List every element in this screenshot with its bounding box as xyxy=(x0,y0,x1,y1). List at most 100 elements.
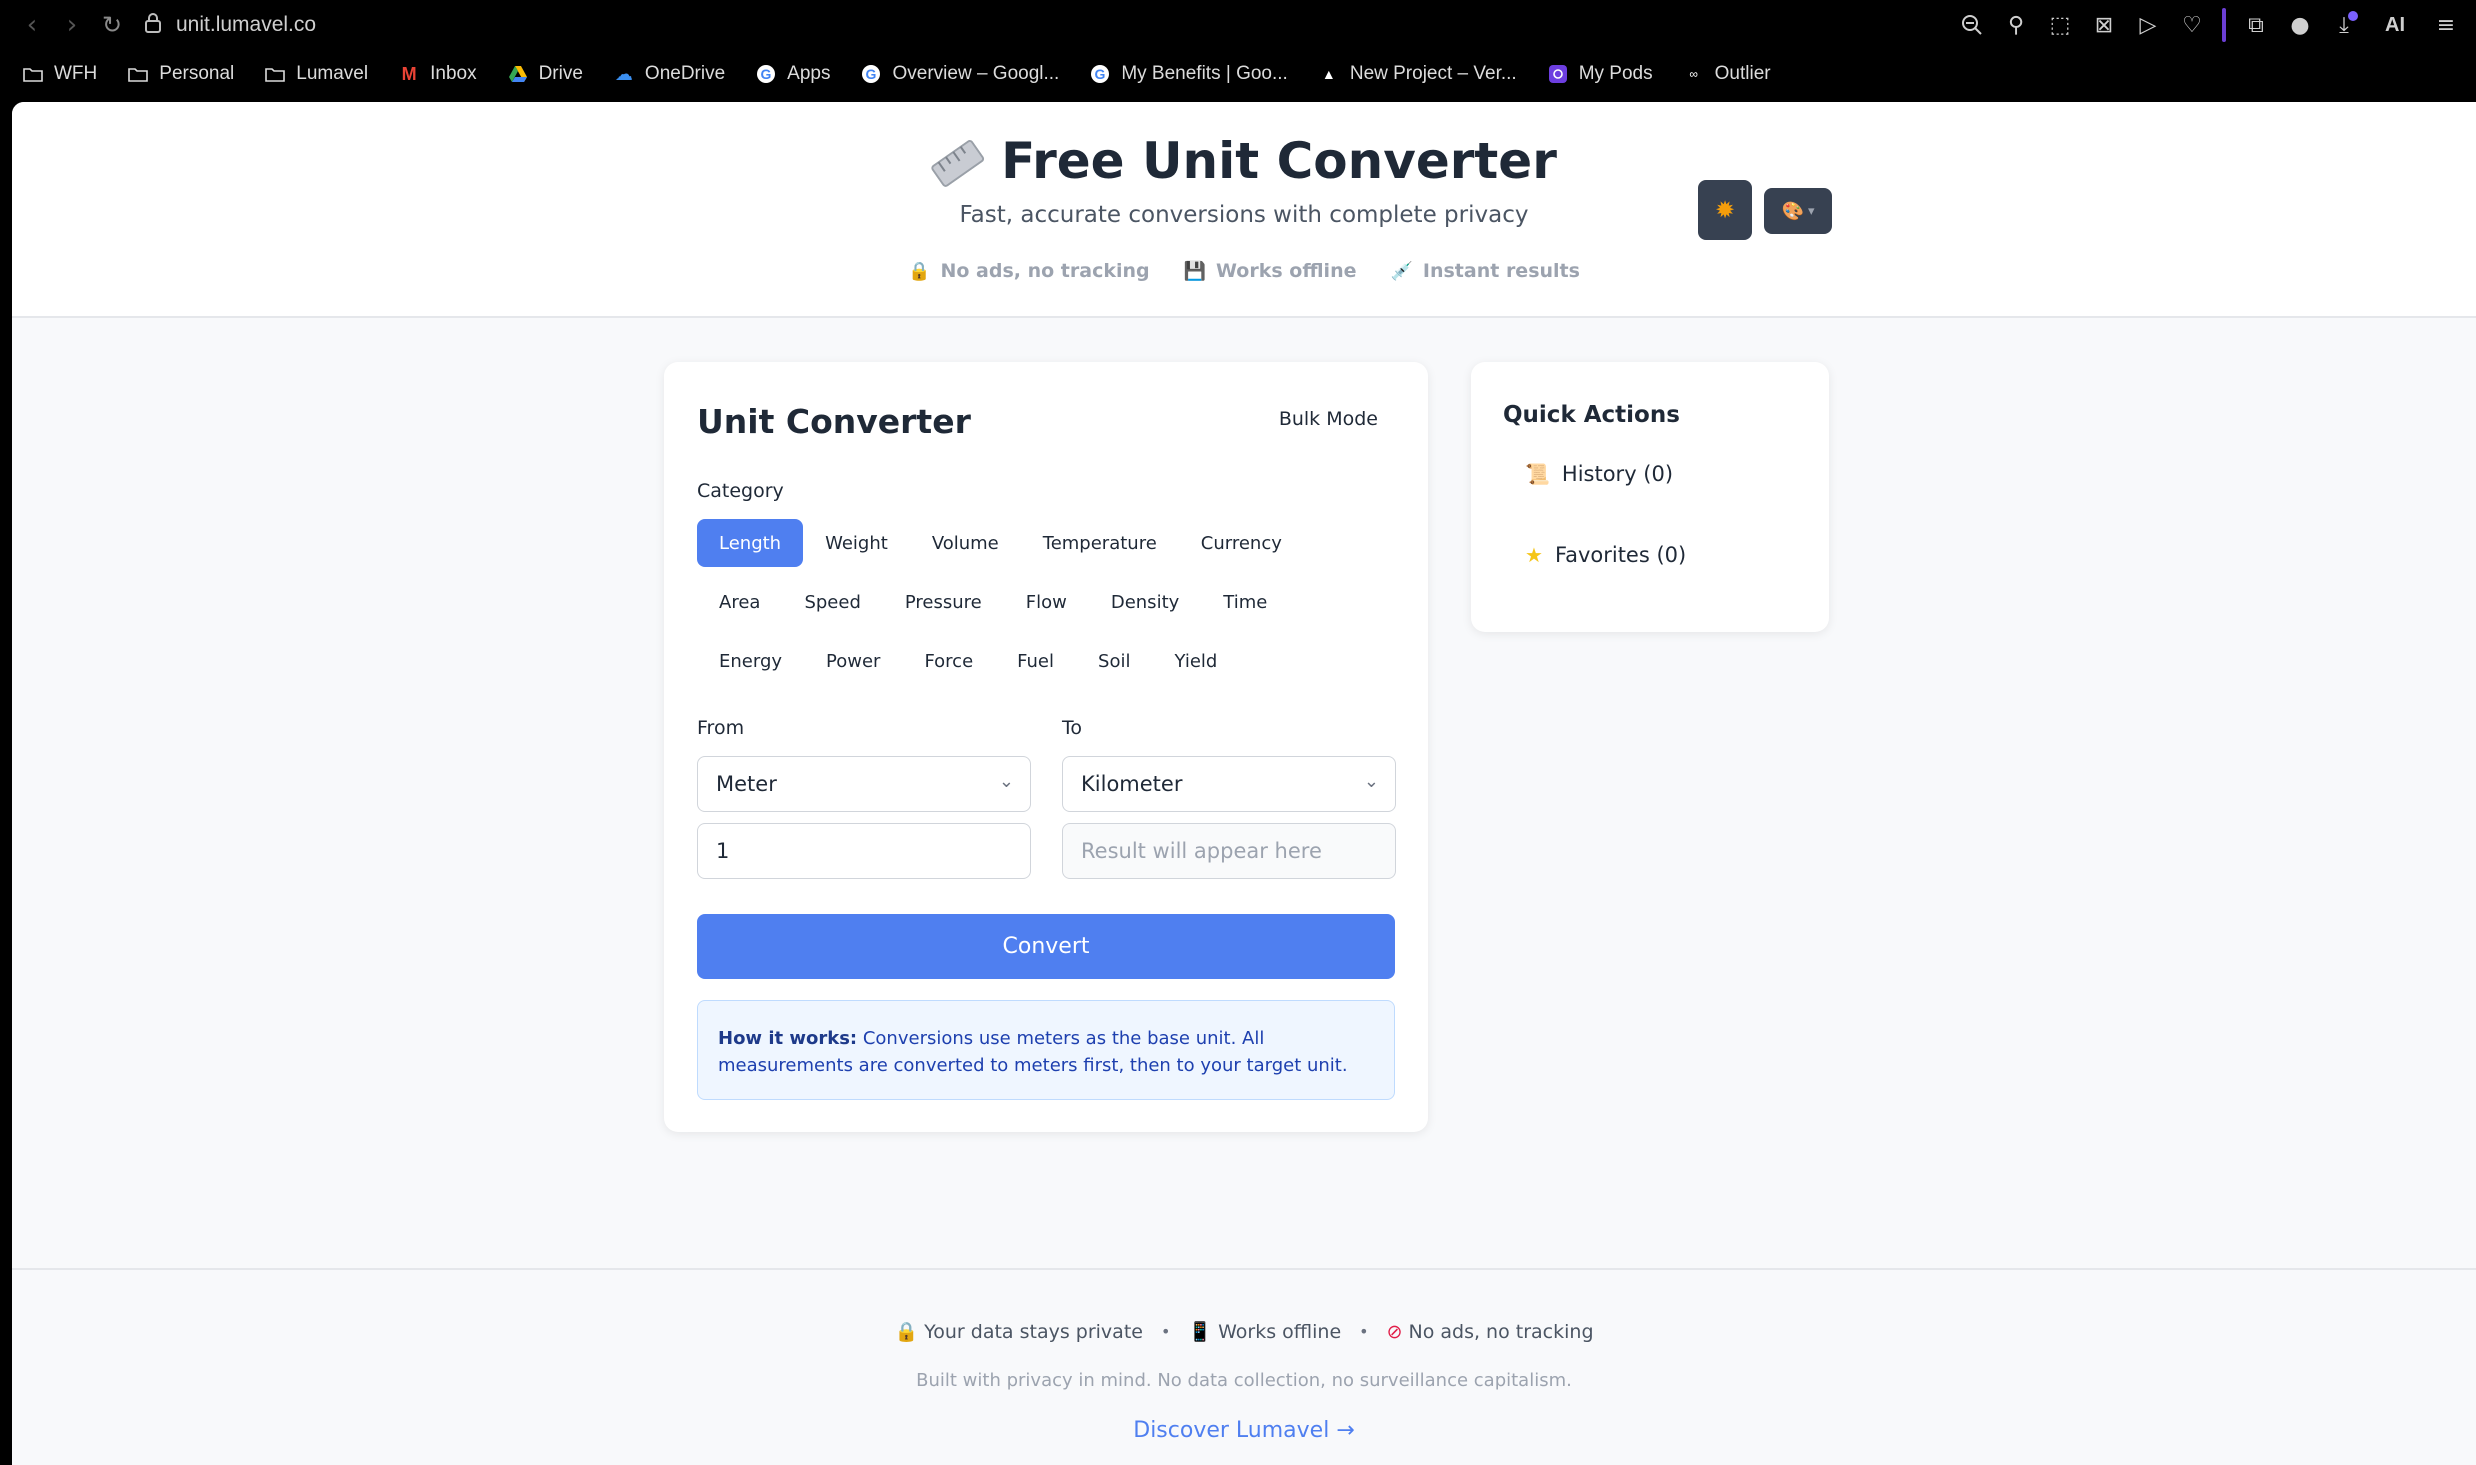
bulk-mode-button[interactable]: Bulk Mode xyxy=(1279,408,1378,430)
prohibited-icon: ⊘ xyxy=(1386,1320,1403,1343)
toolbar-separator xyxy=(2222,8,2226,42)
star-icon: ★ xyxy=(1525,543,1543,567)
bookmark-drive[interactable]: Drive xyxy=(507,63,583,85)
footer-item-private: 🔒 Your data stays private xyxy=(894,1321,1143,1343)
discover-lumavel-link[interactable]: Discover Lumavel → xyxy=(12,1418,2476,1443)
page-title: Free Unit Converter xyxy=(1001,132,1557,190)
result-field[interactable] xyxy=(1062,823,1396,879)
category-pressure[interactable]: Pressure xyxy=(883,578,1004,626)
bookmark-personal[interactable]: Personal xyxy=(127,63,234,85)
vercel-icon: ▲ xyxy=(1321,66,1336,82)
outlier-icon: ∞ xyxy=(1689,67,1698,81)
category-energy[interactable]: Energy xyxy=(697,637,804,685)
category-length[interactable]: Length xyxy=(697,519,804,567)
category-fuel[interactable]: Fuel xyxy=(995,637,1076,685)
category-row: Energy Power Force Fuel Soil Yield xyxy=(697,637,1417,685)
converter-card: Unit Converter Bulk Mode Category Length… xyxy=(664,362,1428,1132)
bullet-separator: • xyxy=(1359,1322,1369,1341)
feature-list: 🔒 No ads, no tracking 💾 Works offline 💉 Ins… xyxy=(12,260,2476,282)
pin-icon[interactable]: ⚲ xyxy=(1996,5,2036,45)
footer-features: 🔒 Your data stays private • 📱 Works offlin… xyxy=(12,1320,2476,1344)
profile-icon[interactable]: ● xyxy=(2280,5,2320,45)
quick-actions-title: Quick Actions xyxy=(1503,402,1680,428)
address-bar[interactable]: unit.lumavel.co xyxy=(176,13,316,37)
category-yield[interactable]: Yield xyxy=(1152,637,1239,685)
palette-dropdown-button[interactable]: 🎨 ▾ xyxy=(1764,188,1832,234)
feature-instant: 💉 Instant results xyxy=(1390,260,1580,282)
lock-icon: 🔒 xyxy=(894,1321,919,1343)
bookmark-my-benefits[interactable]: G My Benefits | Goo... xyxy=(1089,63,1288,85)
bookmark-onedrive[interactable]: ☁ OneDrive xyxy=(613,63,725,85)
category-power[interactable]: Power xyxy=(804,637,902,685)
category-time[interactable]: Time xyxy=(1201,578,1289,626)
floppy-disk-icon: 💾 xyxy=(1183,260,1207,282)
footer-item-offline: 📱 Works offline xyxy=(1188,1321,1342,1343)
zoom-out-icon[interactable] xyxy=(1952,5,1992,45)
block-icon[interactable]: ⊠ xyxy=(2084,5,2124,45)
from-unit-value: Meter xyxy=(716,772,777,796)
scroll-icon: 📜 xyxy=(1525,462,1550,486)
folder-icon xyxy=(264,63,286,85)
google-icon: G xyxy=(1089,63,1111,85)
play-icon[interactable]: ▷ xyxy=(2128,5,2168,45)
category-weight[interactable]: Weight xyxy=(803,519,910,567)
screenshot-icon[interactable]: ⬚ xyxy=(2040,5,2080,45)
phone-icon: 📱 xyxy=(1188,1321,1213,1343)
footer-note: Built with privacy in mind. No data coll… xyxy=(916,1370,1572,1391)
folder-icon xyxy=(22,63,44,85)
reload-icon[interactable]: ↻ xyxy=(92,0,132,50)
category-area[interactable]: Area xyxy=(697,578,782,626)
category-density[interactable]: Density xyxy=(1089,578,1201,626)
heart-icon[interactable]: ♡ xyxy=(2172,5,2212,45)
extensions-icon[interactable]: ⧉ xyxy=(2236,5,2276,45)
bookmark-overview[interactable]: G Overview – Googl... xyxy=(860,63,1059,85)
onedrive-icon: ☁ xyxy=(614,63,633,84)
bookmark-new-project[interactable]: ▲ New Project – Ver... xyxy=(1318,63,1517,85)
from-unit-select[interactable]: Meter ⌄ xyxy=(697,756,1031,812)
menu-icon[interactable]: ≡ xyxy=(2426,5,2466,45)
category-flow[interactable]: Flow xyxy=(1004,578,1089,626)
bookmark-apps[interactable]: G Apps xyxy=(755,63,830,85)
category-speed[interactable]: Speed xyxy=(782,578,882,626)
gmail-icon: M xyxy=(401,63,417,84)
to-label: To xyxy=(1062,717,1083,739)
category-temperature[interactable]: Temperature xyxy=(1021,519,1179,567)
bookmark-inbox[interactable]: M Inbox xyxy=(398,63,477,85)
history-button[interactable]: 📜 History (0) xyxy=(1525,462,1673,486)
page-subtitle: Fast, accurate conversions with complete… xyxy=(959,202,1529,228)
category-force[interactable]: Force xyxy=(902,637,995,685)
bookmark-wfh[interactable]: WFH xyxy=(22,63,97,85)
lock-icon: 🔒 xyxy=(908,260,931,282)
ai-button[interactable]: AI xyxy=(2368,5,2422,45)
category-currency[interactable]: Currency xyxy=(1179,519,1304,567)
svg-text:G: G xyxy=(866,66,877,82)
forward-icon[interactable]: › xyxy=(52,0,92,50)
to-unit-select[interactable]: Kilometer ⌄ xyxy=(1062,756,1396,812)
chevron-down-icon: ⌄ xyxy=(1363,771,1379,792)
from-label: From xyxy=(697,717,745,739)
svg-text:G: G xyxy=(1095,66,1106,82)
title-row: Free Unit Converter xyxy=(12,132,2476,190)
bookmark-lumavel[interactable]: Lumavel xyxy=(264,63,368,85)
favorites-button[interactable]: ★ Favorites (0) xyxy=(1525,543,1686,567)
category-soil[interactable]: Soil xyxy=(1076,637,1152,685)
convert-button[interactable]: Convert xyxy=(697,914,1395,979)
ruler-icon xyxy=(920,124,993,199)
category-row: Area Speed Pressure Flow Density Time xyxy=(697,578,1417,626)
category-volume[interactable]: Volume xyxy=(910,519,1021,567)
download-icon[interactable]: ⤓ xyxy=(2324,5,2364,45)
lock-icon xyxy=(144,12,162,39)
back-icon[interactable]: ‹ xyxy=(12,0,52,50)
bookmark-outlier[interactable]: ∞ Outlier xyxy=(1683,63,1770,85)
web-page: Free Unit Converter Fast, accurate conve… xyxy=(12,102,2476,1465)
bookmark-my-pods[interactable]: My Pods xyxy=(1547,63,1653,85)
theme-toggle-button[interactable]: ✹ xyxy=(1698,180,1752,240)
site-header: Free Unit Converter Fast, accurate conve… xyxy=(12,102,2476,318)
site-footer: 🔒 Your data stays private • 📱 Works offlin… xyxy=(12,1268,2476,1465)
folder-icon xyxy=(127,63,149,85)
feature-offline: 💾 Works offline xyxy=(1183,260,1357,282)
browser-tools: ⚲ ⬚ ⊠ ▷ ♡ ⧉ ● ⤓ AI ≡ xyxy=(1952,0,2466,50)
palette-icon: 🎨 xyxy=(1781,200,1804,222)
to-unit-value: Kilometer xyxy=(1081,772,1183,796)
value-input[interactable] xyxy=(697,823,1031,879)
